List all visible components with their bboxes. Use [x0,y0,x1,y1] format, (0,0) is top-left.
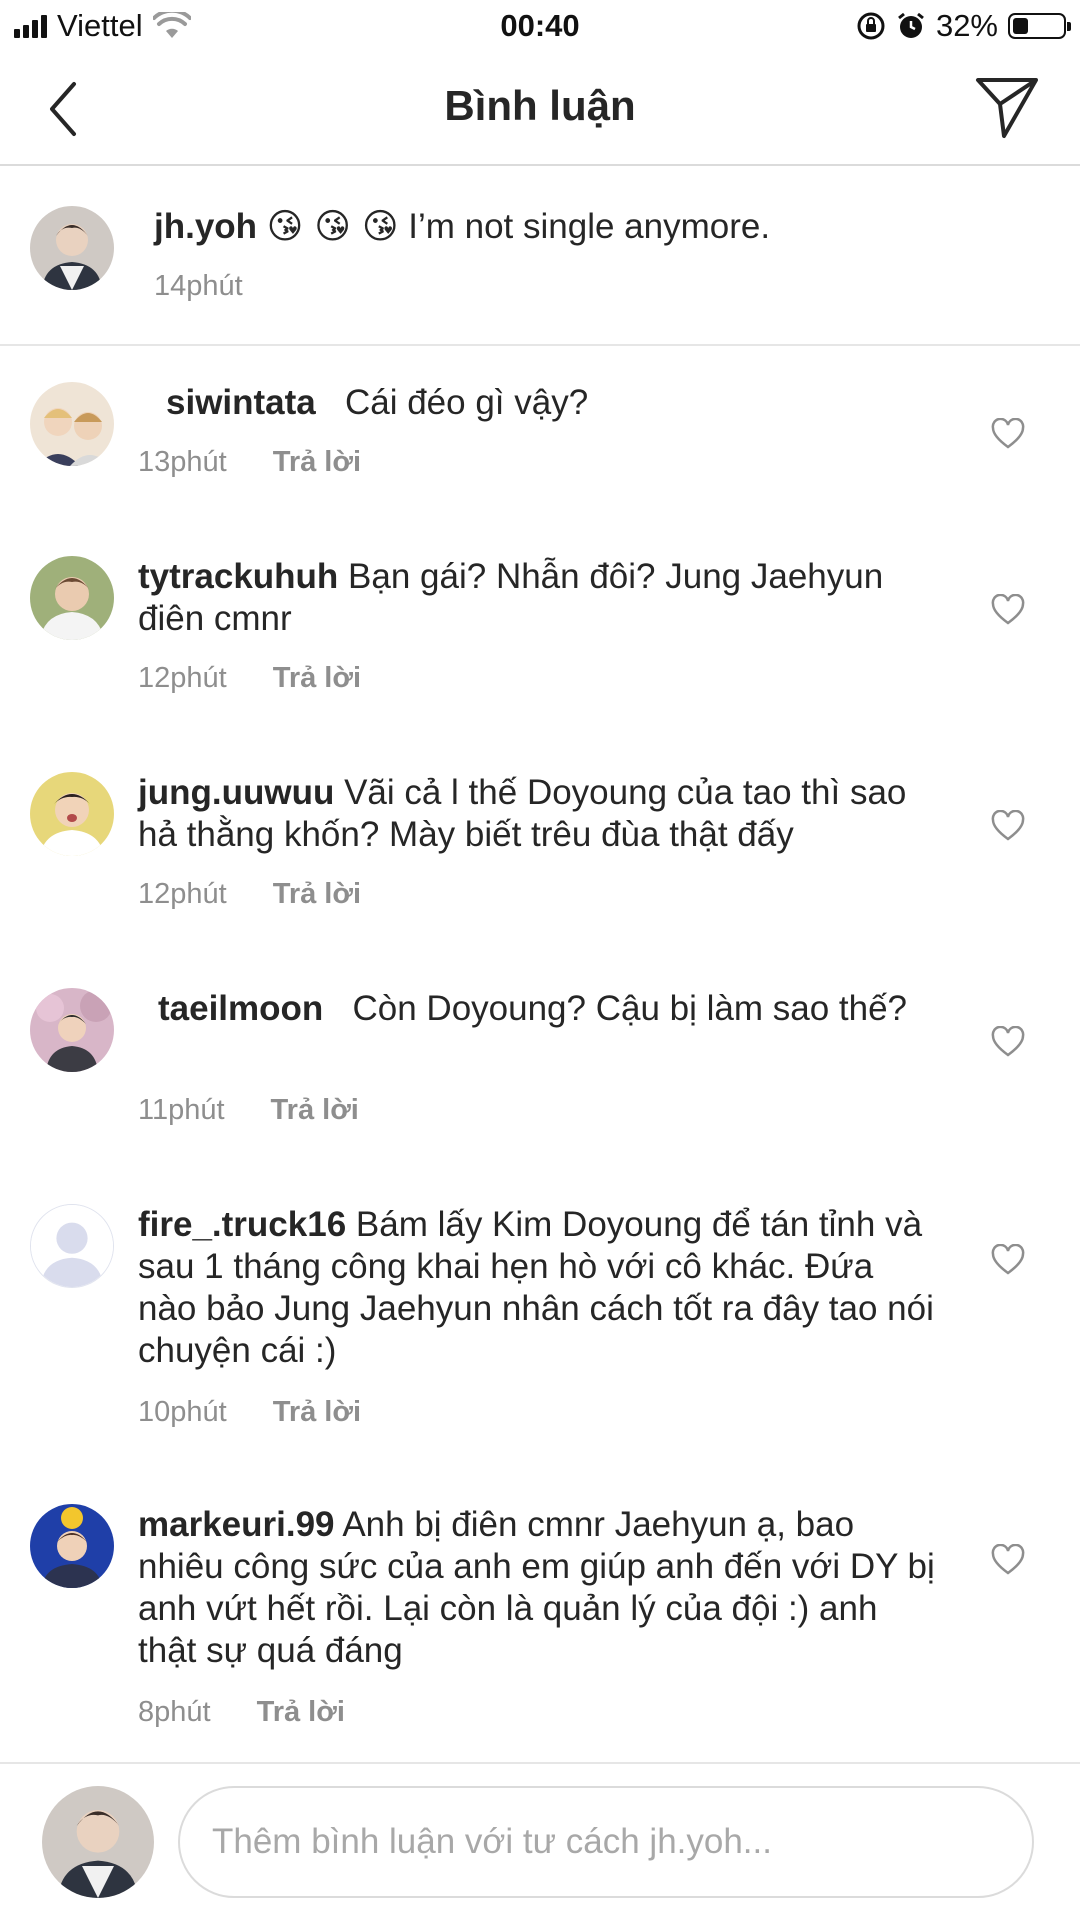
comment-timestamp: 10phút [138,1396,227,1428]
heart-icon[interactable] [991,418,1025,450]
comment-text: tytrackuhuh Bạn gái? Nhẫn đôi? Jung Jaeh… [138,556,938,640]
battery-icon [1008,13,1071,39]
comment-input[interactable]: Thêm bình luận với tư cách jh.yoh... [178,1786,1034,1898]
comment-item: siwintata Cái đéo gì vậy? 13phút Trả lời [0,382,1080,502]
heart-icon[interactable] [991,810,1025,842]
comment-username[interactable]: siwintata [138,383,316,422]
comment-text: jung.uuwuu Vãi cả l thế Doyoung của tao … [138,772,938,856]
comment-username[interactable]: taeilmoon [138,989,323,1028]
comment-text: markeuri.99 Anh bị điên cmnr Jaehyun ạ, … [138,1504,938,1672]
avatar[interactable] [30,1504,114,1588]
heart-icon[interactable] [991,1026,1025,1058]
comment-username[interactable]: jung.uuwuu [138,773,334,812]
avatar[interactable] [30,772,114,856]
comment-username[interactable]: tytrackuhuh [138,557,338,596]
comment-timestamp: 12phút [138,878,227,910]
comment-body: Còn Doyoung? Cậu bị làm sao thế? [352,989,907,1028]
post-caption: jh.yoh 😘 😘 😘 I’m not single anymore. 14p… [0,166,1080,346]
comment-item: jung.uuwuu Vãi cả l thế Doyoung của tao … [0,772,1080,922]
comment-meta: 13phút Trả lời [138,446,361,479]
avatar[interactable] [30,206,114,290]
comment-item: taeilmoon Còn Doyoung? Cậu bị làm sao th… [0,988,1080,1138]
caption-username[interactable]: jh.yoh [154,207,257,246]
reply-button[interactable]: Trả lời [273,446,361,479]
comment-meta: 12phút Trả lời [138,878,361,911]
reply-button[interactable]: Trả lời [257,1696,345,1729]
battery-percent: 32% [935,8,998,43]
caption-timestamp: 14phút [154,270,243,302]
comment-meta: 8phút Trả lời [138,1696,345,1729]
reply-button[interactable]: Trả lời [273,1396,361,1429]
caption-text: jh.yoh 😘 😘 😘 I’m not single anymore. [154,206,1034,248]
comment-timestamp: 11phút [138,1094,225,1126]
heart-icon[interactable] [991,1544,1025,1576]
caption-body: I’m not single anymore. [408,207,771,246]
status-bar: Viettel 00:40 32% [0,0,1080,54]
status-right: 32% [856,8,1071,44]
comment-text: siwintata Cái đéo gì vậy? [138,382,938,424]
send-icon[interactable] [974,74,1040,140]
avatar[interactable] [30,1204,114,1288]
avatar[interactable] [30,988,114,1072]
comment-meta: 11phút Trả lời [138,1094,359,1127]
comment-meta: 10phút Trả lời [138,1396,361,1429]
reply-button[interactable]: Trả lời [273,662,361,695]
comment-body: Cái đéo gì vậy? [344,383,589,422]
avatar[interactable] [30,382,114,466]
comment-item: tytrackuhuh Bạn gái? Nhẫn đôi? Jung Jaeh… [0,556,1080,706]
comment-input-bar: Thêm bình luận với tư cách jh.yoh... [0,1762,1080,1920]
comment-text: taeilmoon Còn Doyoung? Cậu bị làm sao th… [138,988,938,1030]
reply-button[interactable]: Trả lời [271,1094,359,1127]
reply-button[interactable]: Trả lời [273,878,361,911]
header: Bình luận [0,54,1080,166]
avatar[interactable] [30,556,114,640]
comment-username[interactable]: fire_.truck16 [138,1205,346,1244]
avatar [42,1786,154,1898]
kiss-emoji: 😘 😘 😘 [266,207,399,247]
alarm-icon [898,12,924,38]
comment-item: fire_.truck16 Bám lấy Kim Doyoung để tán… [0,1204,1080,1440]
page-title: Bình luận [444,82,636,129]
comment-item: markeuri.99 Anh bị điên cmnr Jaehyun ạ, … [0,1504,1080,1740]
rotation-lock-icon [857,12,885,40]
comment-meta: 12phút Trả lời [138,662,361,695]
comment-timestamp: 8phút [138,1696,211,1728]
comment-timestamp: 12phút [138,662,227,694]
comment-text: fire_.truck16 Bám lấy Kim Doyoung để tán… [138,1204,938,1372]
comment-username[interactable]: markeuri.99 [138,1505,335,1544]
heart-icon[interactable] [991,1244,1025,1276]
battery-fill [1013,18,1028,34]
heart-icon[interactable] [991,594,1025,626]
comment-timestamp: 13phút [138,446,227,478]
